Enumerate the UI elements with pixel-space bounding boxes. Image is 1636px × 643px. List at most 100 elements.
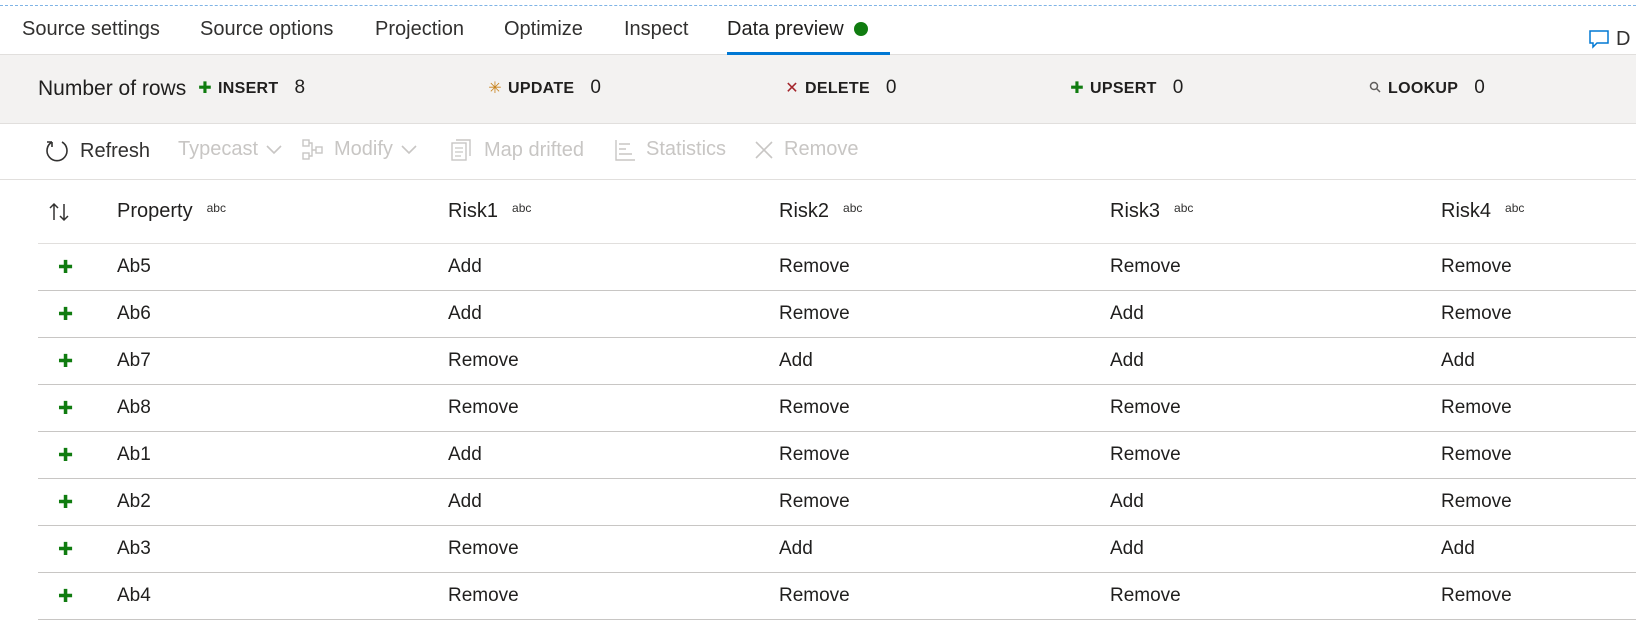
remove-button[interactable]: Remove <box>754 138 858 161</box>
delete-x-icon: ✕ <box>785 80 799 97</box>
cell-risk3: Remove <box>1110 256 1181 277</box>
data-grid: Property abc Risk1 abc Risk2 abc Risk3 abc R… <box>38 180 1636 620</box>
row-insert-plus-icon: ✚ <box>58 538 74 559</box>
stat-upsert-name: UPSERT <box>1090 80 1157 97</box>
typecast-label: Typecast <box>178 138 259 160</box>
column-header-risk2[interactable]: Risk2 abc <box>779 180 862 243</box>
cell-risk1: Add <box>448 491 482 512</box>
row-insert-plus-icon: ✚ <box>58 256 74 277</box>
cell-risk2: Remove <box>779 585 850 606</box>
tab-data-preview[interactable]: Data preview <box>727 18 868 41</box>
status-dot-icon <box>853 22 868 36</box>
toolbar: Refresh Typecast Modify Map drifted Stat… <box>0 124 1636 180</box>
cell-property: Ab7 <box>117 350 151 371</box>
table-row: ✚ Ab8 Remove Remove Remove Remove <box>38 385 1636 432</box>
row-insert-plus-icon: ✚ <box>58 397 74 418</box>
cell-risk4: Remove <box>1441 397 1512 418</box>
map-drifted-button[interactable]: Map drifted <box>450 138 584 162</box>
modify-button[interactable]: Modify <box>302 138 417 161</box>
stat-delete-value: 0 <box>885 77 897 98</box>
table-row: ✚ Ab4 Remove Remove Remove Remove <box>38 573 1636 620</box>
modify-icon <box>302 138 323 160</box>
tab-projection[interactable]: Projection <box>375 18 464 41</box>
row-insert-plus-icon: ✚ <box>58 350 74 371</box>
tab-inspect[interactable]: Inspect <box>624 18 688 41</box>
cell-property: Ab2 <box>117 491 151 512</box>
stat-delete: ✕ DELETE 0 <box>785 77 897 99</box>
stat-insert: ✚ INSERT 8 <box>198 77 305 99</box>
sort-toggle[interactable] <box>48 180 88 243</box>
tab-source-settings[interactable]: Source settings <box>22 18 160 41</box>
cell-risk2: Remove <box>779 256 850 277</box>
table-header-row: Property abc Risk1 abc Risk2 abc Risk3 abc R… <box>38 180 1636 244</box>
row-insert-plus-icon: ✚ <box>58 585 74 606</box>
cell-property: Ab4 <box>117 585 151 606</box>
refresh-button[interactable]: Refresh <box>44 138 150 164</box>
upsert-icon: ✚ <box>1070 80 1084 97</box>
tab-optimize[interactable]: Optimize <box>504 18 583 41</box>
chat-button[interactable]: D <box>1588 28 1630 51</box>
column-header-property[interactable]: Property abc <box>117 180 226 243</box>
statistics-button[interactable]: Statistics <box>614 138 726 161</box>
cell-risk1: Add <box>448 256 482 277</box>
insert-plus-icon: ✚ <box>198 80 212 97</box>
cell-risk4: Remove <box>1441 256 1512 277</box>
cell-risk1: Remove <box>448 538 519 559</box>
cell-risk4: Remove <box>1441 585 1512 606</box>
selection-border <box>0 5 1636 6</box>
refresh-icon <box>46 141 68 162</box>
cell-risk3: Add <box>1110 538 1144 559</box>
stat-lookup-value: 0 <box>1474 77 1485 98</box>
remove-label: Remove <box>784 138 859 160</box>
stat-update: ✳ UPDATE 0 <box>488 77 601 99</box>
map-drifted-label: Map drifted <box>484 138 585 161</box>
column-type-tag: abc <box>1505 200 1525 215</box>
tab-source-options[interactable]: Source options <box>200 18 333 41</box>
row-insert-plus-icon: ✚ <box>58 444 74 465</box>
map-drifted-icon <box>451 139 471 161</box>
close-icon <box>755 140 773 159</box>
cell-property: Ab6 <box>117 303 151 324</box>
column-header-label: Risk4 <box>1441 200 1492 222</box>
cell-risk3: Remove <box>1110 444 1181 465</box>
table-row: ✚ Ab5 Add Remove Remove Remove <box>38 244 1636 291</box>
row-stats-bar: Number of rows ✚ INSERT 8 ✳ UPDATE 0 ✕ DELETE… <box>0 55 1636 124</box>
table-row: ✚ Ab2 Add Remove Add Remove <box>38 479 1636 526</box>
refresh-label: Refresh <box>80 139 151 162</box>
chat-label: D <box>1616 28 1631 50</box>
column-header-label: Risk3 <box>1110 200 1161 222</box>
table-row: ✚ Ab6 Add Remove Add Remove <box>38 291 1636 338</box>
modify-label: Modify <box>334 138 393 160</box>
column-type-tag: abc <box>512 200 532 215</box>
tab-data-preview-label: Data preview <box>727 18 844 40</box>
statistics-icon <box>615 139 635 161</box>
cell-risk1: Remove <box>448 585 519 606</box>
number-of-rows-label: Number of rows <box>38 77 187 100</box>
column-header-label: Property <box>117 200 193 222</box>
column-header-risk1[interactable]: Risk1 abc <box>448 180 531 243</box>
cell-risk3: Add <box>1110 303 1144 324</box>
column-header-risk3[interactable]: Risk3 abc <box>1110 180 1193 243</box>
column-header-label: Risk2 <box>779 200 830 222</box>
stat-lookup: LOOKUP 0 <box>1368 77 1485 99</box>
cell-property: Ab1 <box>117 444 151 465</box>
cell-risk3: Remove <box>1110 585 1181 606</box>
column-header-label: Risk1 <box>448 200 499 222</box>
table-row: ✚ Ab1 Add Remove Remove Remove <box>38 432 1636 479</box>
cell-risk1: Remove <box>448 397 519 418</box>
cell-property: Ab3 <box>117 538 151 559</box>
cell-risk2: Remove <box>779 397 850 418</box>
cell-risk3: Add <box>1110 491 1144 512</box>
stat-update-name: UPDATE <box>508 80 575 97</box>
typecast-button[interactable]: Typecast <box>178 138 282 161</box>
cell-risk4: Add <box>1441 350 1475 371</box>
stat-delete-name: DELETE <box>805 80 870 97</box>
cell-risk2: Remove <box>779 444 850 465</box>
column-type-tag: abc <box>843 200 863 215</box>
row-insert-plus-icon: ✚ <box>58 491 74 512</box>
chevron-down-icon <box>401 144 417 154</box>
column-header-risk4[interactable]: Risk4 abc <box>1441 180 1524 243</box>
column-type-tag: abc <box>206 200 226 215</box>
cell-risk2: Add <box>779 350 813 371</box>
lookup-search-icon <box>1368 80 1382 98</box>
